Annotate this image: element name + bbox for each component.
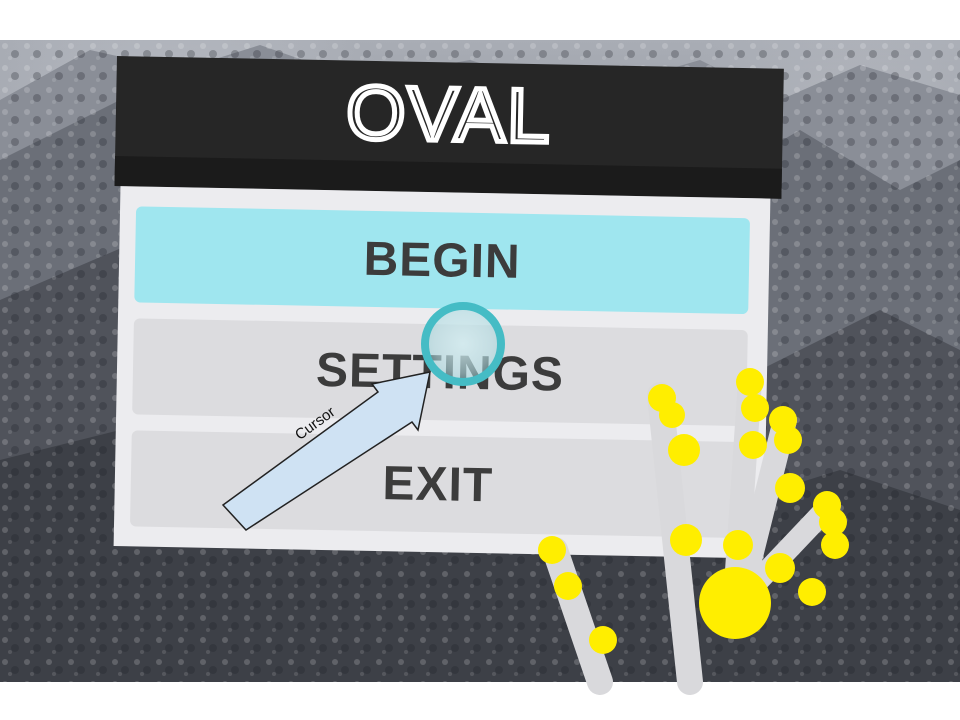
callout-arrow-icon (221, 371, 431, 531)
